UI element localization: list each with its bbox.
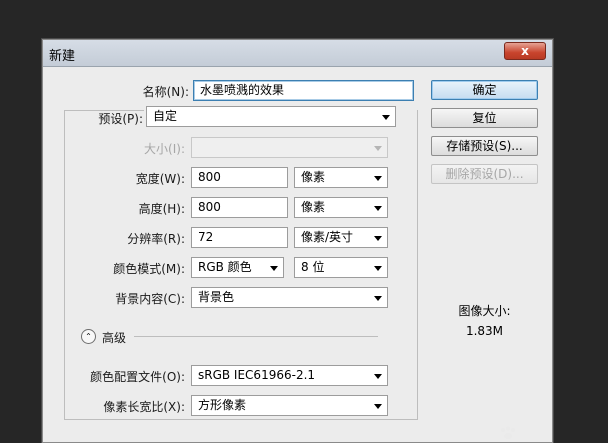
name-label: 名称(N): [142,85,189,99]
color-mode-label: 颜色模式(M): [113,262,185,276]
chevron-down-icon [374,176,382,181]
chevron-down-icon [374,146,382,151]
delete-preset-button: 删除预设(D)... [431,164,538,184]
chevron-up-icon: ⌃ [85,332,92,341]
bit-depth-value: 8 位 [301,260,325,274]
ok-button[interactable]: 确定 [431,80,538,100]
width-unit-select[interactable]: 像素 [294,167,388,188]
chevron-down-icon [374,296,382,301]
paw-watermark-icon [498,426,518,440]
save-preset-button[interactable]: 存储预设(S)... [431,136,538,156]
size-label: 大小(I): [144,142,185,156]
chevron-down-icon [382,115,390,120]
new-document-dialog: 新建 x 名称(N): 水墨喷溅的效果 预设(P): 自定 大小(I): 宽度(… [42,39,553,443]
preset-value: 自定 [153,109,178,123]
color-mode-value: RGB 颜色 [198,260,252,274]
pixel-aspect-value: 方形像素 [198,398,247,412]
pixel-aspect-select[interactable]: 方形像素 [191,395,388,416]
title-bar[interactable]: 新建 x [43,40,552,67]
resolution-unit-value: 像素/英寸 [301,230,354,244]
color-mode-select[interactable]: RGB 颜色 [191,257,284,278]
image-size-value: 1.83M [465,324,504,338]
resolution-label: 分辨率(R): [127,232,185,246]
background-value: 背景色 [198,290,235,304]
height-input[interactable]: 800 [191,197,288,218]
height-unit-value: 像素 [301,200,326,214]
color-profile-select[interactable]: sRGB IEC61966-2.1 [191,365,388,386]
close-button[interactable]: x [504,42,546,60]
color-profile-value: sRGB IEC61966-2.1 [198,368,316,382]
chevron-down-icon [374,404,382,409]
advanced-label: 高级 [102,331,127,345]
chevron-down-icon [270,266,278,271]
width-label: 宽度(W): [135,172,185,186]
dialog-title: 新建 [49,49,76,64]
size-select [191,137,388,158]
chevron-down-icon [374,266,382,271]
chevron-down-icon [374,374,382,379]
resolution-unit-select[interactable]: 像素/英寸 [294,227,388,248]
advanced-separator [134,336,378,337]
name-input[interactable]: 水墨喷溅的效果 [193,80,414,101]
preset-label: 预设(P): [98,112,143,126]
pixel-aspect-label: 像素长宽比(X): [103,400,185,414]
color-profile-label: 颜色配置文件(O): [90,370,185,384]
width-unit-value: 像素 [301,170,326,184]
width-input[interactable]: 800 [191,167,288,188]
resolution-input[interactable]: 72 [191,227,288,248]
reset-button[interactable]: 复位 [431,108,538,128]
chevron-down-icon [374,236,382,241]
image-size-label: 图像大小: [458,304,511,318]
bit-depth-select[interactable]: 8 位 [294,257,388,278]
preset-select[interactable]: 自定 [146,106,396,127]
close-icon: x [521,44,529,58]
background-label: 背景内容(C): [115,292,185,306]
height-label: 高度(H): [138,202,185,216]
advanced-toggle-button[interactable]: ⌃ [81,329,96,344]
chevron-down-icon [374,206,382,211]
height-unit-select[interactable]: 像素 [294,197,388,218]
background-select[interactable]: 背景色 [191,287,388,308]
